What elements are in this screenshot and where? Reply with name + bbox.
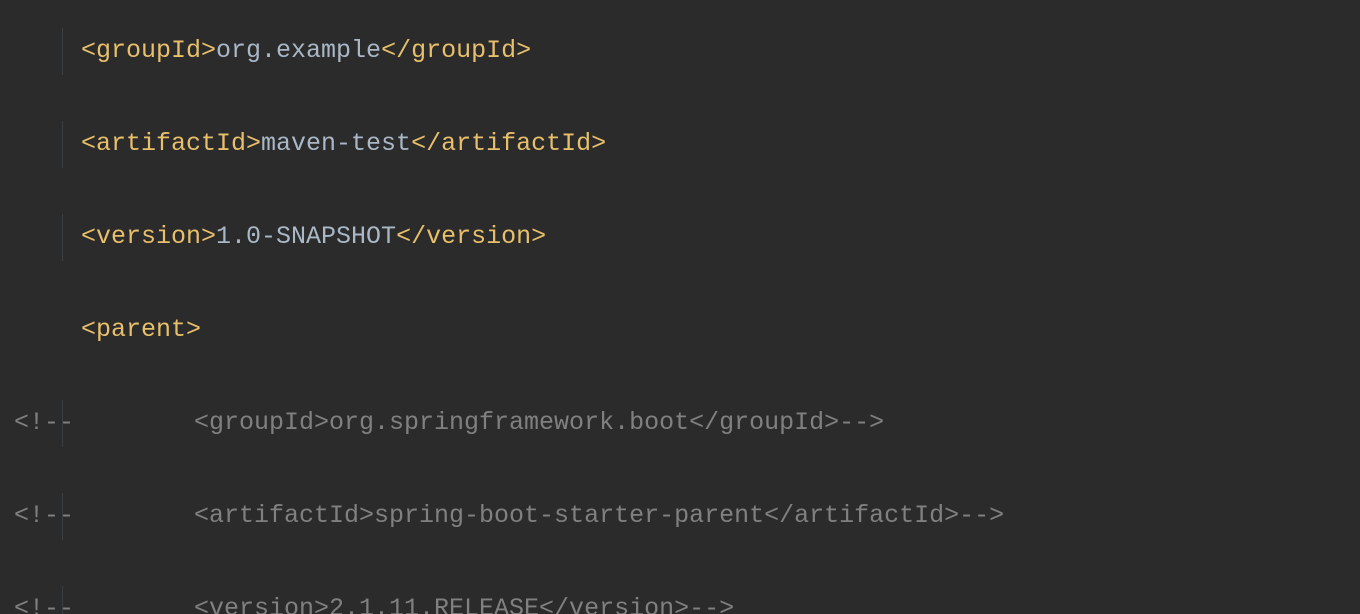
xml-tag: <artifactId> bbox=[81, 129, 261, 158]
code-line[interactable]: <version>1.0-SNAPSHOT</version> bbox=[0, 214, 1360, 261]
xml-tag: </groupId> bbox=[381, 36, 531, 65]
xml-comment: <version>2.1.11.RELEASE</version>--> bbox=[194, 594, 734, 614]
xml-comment: <artifactId>spring-boot-starter-parent</… bbox=[194, 501, 1004, 530]
xml-text: 1.0-SNAPSHOT bbox=[216, 222, 396, 251]
xml-tag: <groupId> bbox=[81, 36, 216, 65]
xml-tag: </artifactId> bbox=[411, 129, 606, 158]
code-editor[interactable]: <groupId>org.example</groupId> <artifact… bbox=[0, 0, 1360, 614]
comment-open: <!-- bbox=[14, 493, 96, 540]
xml-tag: <version> bbox=[81, 222, 216, 251]
code-line[interactable]: <groupId>org.example</groupId> bbox=[0, 28, 1360, 75]
code-line[interactable]: <parent> bbox=[0, 307, 1360, 354]
xml-tag: <parent> bbox=[81, 315, 201, 344]
code-line[interactable]: <!-- <groupId>org.springframework.boot</g… bbox=[0, 400, 1360, 447]
code-line[interactable]: <artifactId>maven-test</artifactId> bbox=[0, 121, 1360, 168]
xml-text: maven-test bbox=[261, 129, 411, 158]
comment-open: <!-- bbox=[14, 586, 96, 614]
code-line[interactable]: <!-- <artifactId>spring-boot-starter-pare… bbox=[0, 493, 1360, 540]
xml-comment: <groupId>org.springframework.boot</group… bbox=[194, 408, 884, 437]
code-line[interactable]: <!-- <version>2.1.11.RELEASE</version>--> bbox=[0, 586, 1360, 614]
xml-tag: </version> bbox=[396, 222, 546, 251]
xml-text: org.example bbox=[216, 36, 381, 65]
comment-open: <!-- bbox=[14, 400, 96, 447]
